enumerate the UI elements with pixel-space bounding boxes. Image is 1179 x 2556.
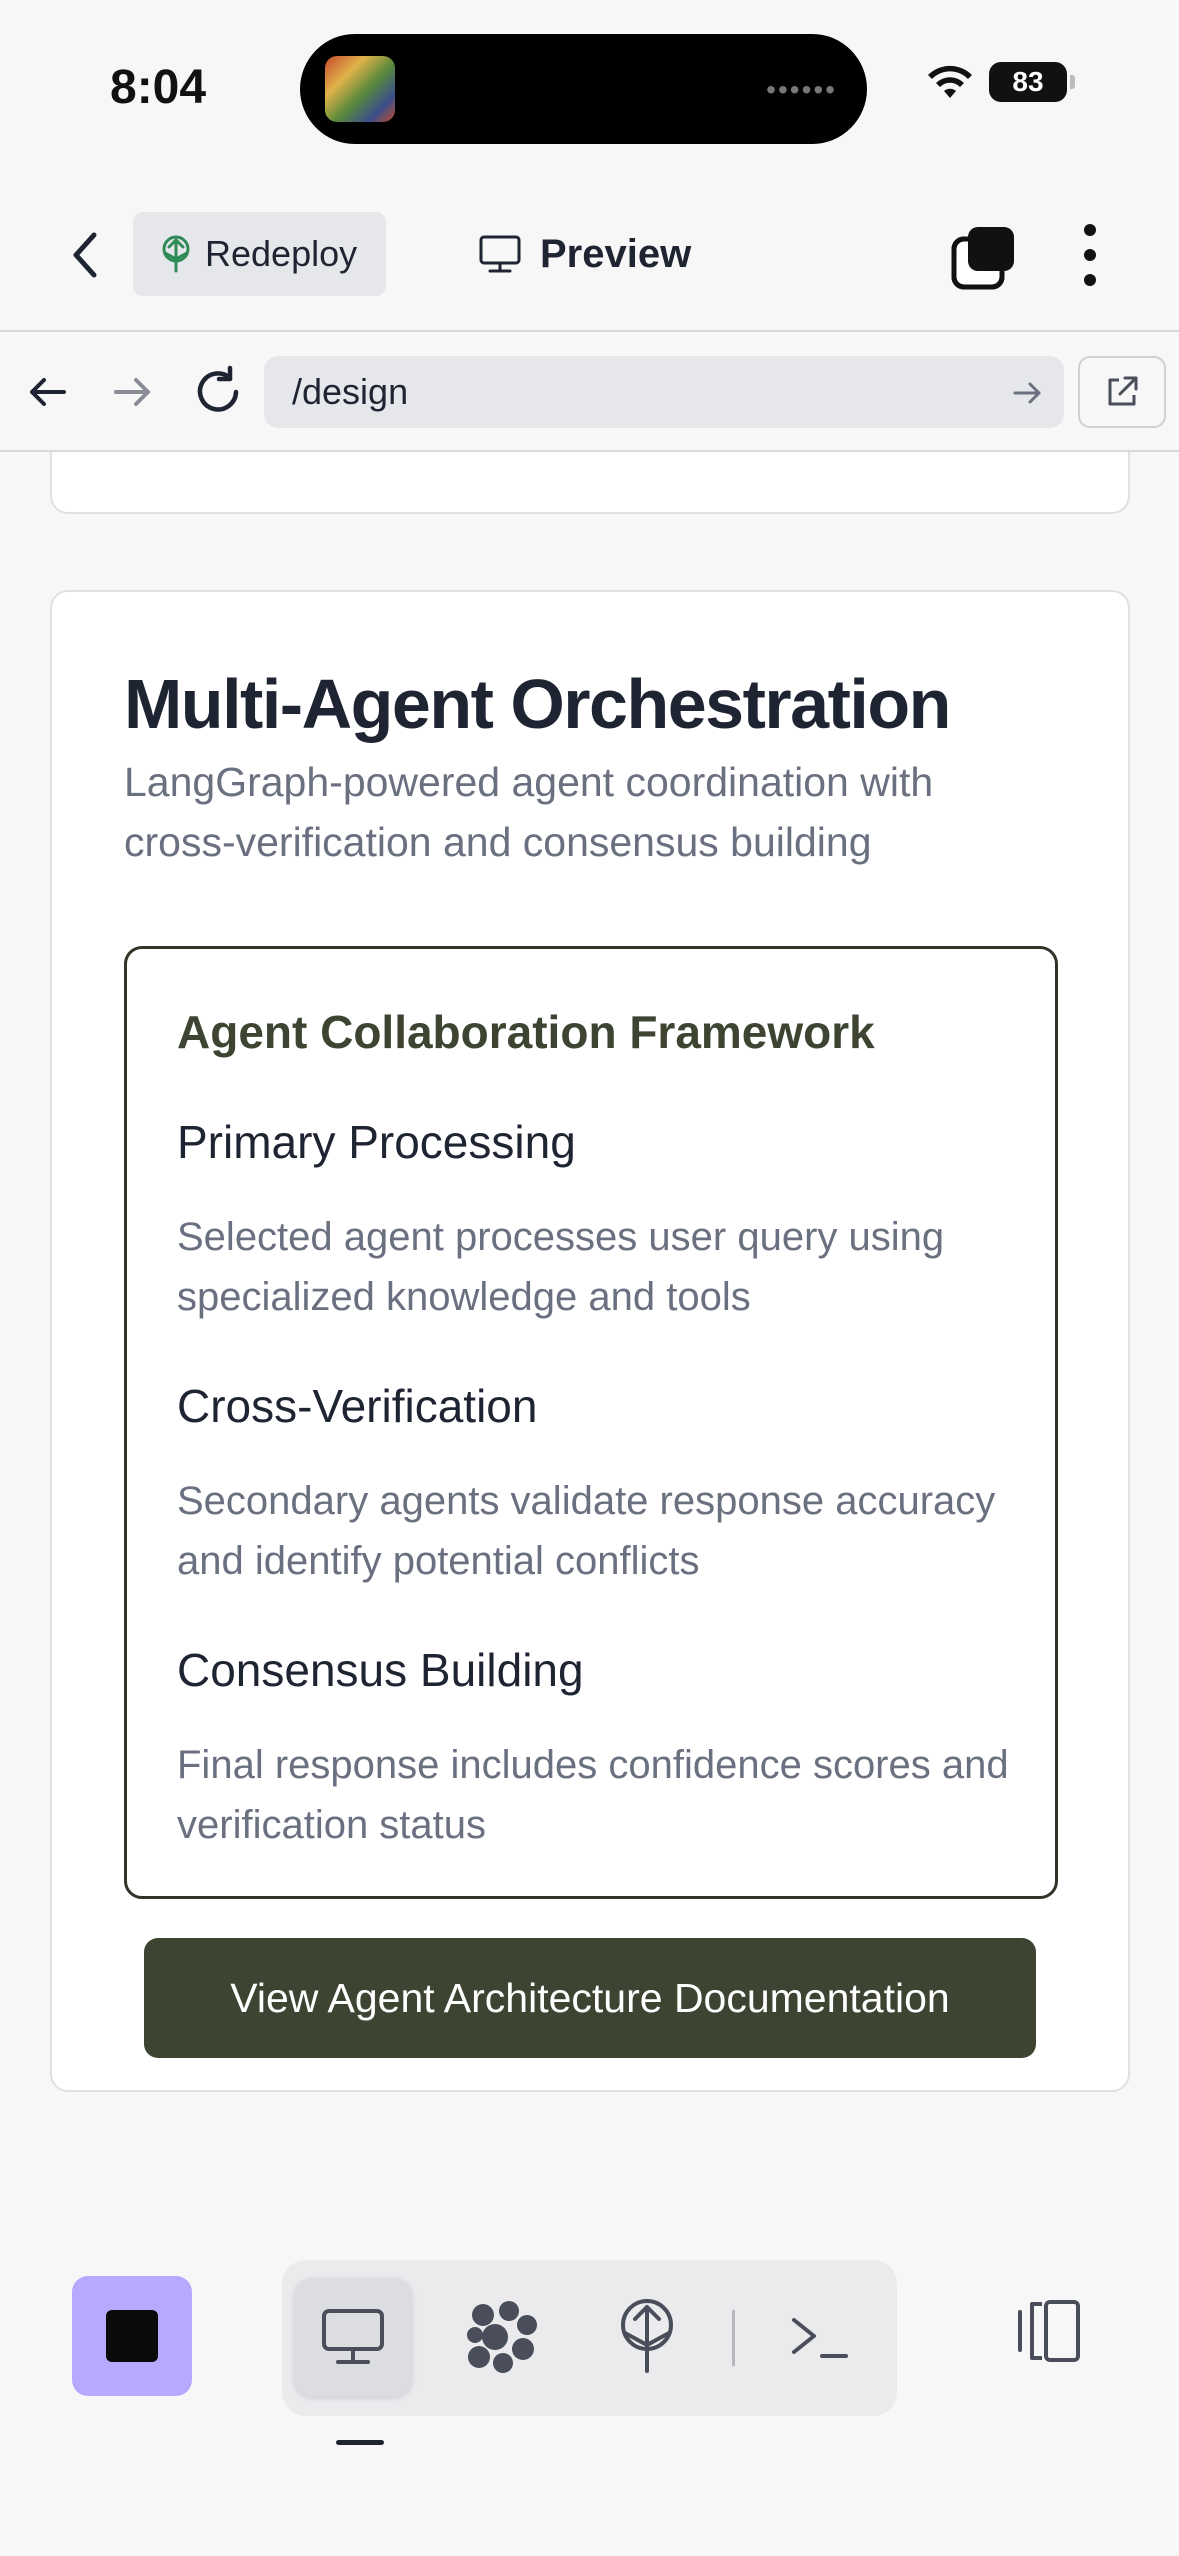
preview-label: Preview <box>540 231 692 276</box>
audio-waveform-icon: •••••• <box>766 74 837 105</box>
arrow-left-icon[interactable] <box>24 368 72 416</box>
deploy-tree-icon <box>621 2299 673 2373</box>
web-content: Multi-Agent Orchestration LangGraph-powe… <box>0 452 1179 2172</box>
orchestration-card: Multi-Agent Orchestration LangGraph-powe… <box>50 590 1130 2092</box>
open-external-button[interactable] <box>1078 356 1166 428</box>
mode-deploy-button[interactable] <box>588 2278 706 2396</box>
previous-card <box>50 452 1130 514</box>
card-title: Multi-Agent Orchestration <box>124 665 951 743</box>
step-title: Consensus Building <box>177 1644 584 1696</box>
step-description: Secondary agents validate response accur… <box>177 1479 996 1583</box>
reload-icon[interactable] <box>190 364 246 420</box>
step-cross-verification: Cross-Verification Secondary agents vali… <box>177 1379 1017 1591</box>
browser-url-bar: /design <box>0 332 1179 452</box>
redeploy-label: Redeploy <box>205 233 358 274</box>
monitor-icon <box>479 235 521 273</box>
wifi-icon <box>928 65 972 98</box>
open-external-icon <box>1108 376 1138 406</box>
active-mode-indicator <box>336 2440 384 2445</box>
stop-button[interactable] <box>72 2276 192 2396</box>
agents-icon <box>467 2301 537 2373</box>
go-arrow-icon[interactable] <box>1010 376 1044 410</box>
framework-title: Agent Collaboration Framework <box>177 1006 875 1058</box>
url-text: /design <box>292 371 409 412</box>
step-consensus-building: Consensus Building Final response includ… <box>177 1643 1017 1855</box>
mode-agents-button[interactable] <box>444 2278 562 2396</box>
app-toolbar: Redeploy Preview <box>0 170 1179 332</box>
status-indicators: 83 <box>925 62 1075 102</box>
deploy-tree-icon <box>162 235 190 273</box>
card-subtitle: LangGraph-powered agent coordination wit… <box>124 759 934 865</box>
dynamic-island[interactable]: •••••• <box>300 34 867 144</box>
step-description: Final response includes confidence score… <box>177 1743 1009 1847</box>
status-time: 8:04 <box>110 61 207 114</box>
more-vertical-icon[interactable] <box>1070 220 1110 290</box>
redeploy-button[interactable]: Redeploy <box>133 212 386 296</box>
side-panel-icon[interactable] <box>1006 2288 1090 2372</box>
mode-separator <box>732 2310 735 2366</box>
arrow-right-icon[interactable] <box>108 368 156 416</box>
step-title: Cross-Verification <box>177 1380 538 1432</box>
battery-icon: 83 <box>989 62 1075 102</box>
url-input[interactable]: /design <box>264 356 1064 428</box>
status-bar: 8:04 •••••• 83 <box>0 0 1179 170</box>
bottom-bar <box>0 2172 1179 2556</box>
view-architecture-docs-button[interactable]: View Agent Architecture Documentation <box>144 1938 1036 2058</box>
terminal-icon <box>792 2318 848 2358</box>
mode-switcher <box>282 2260 897 2416</box>
tabs-stack-icon[interactable] <box>950 225 1016 291</box>
stop-icon <box>106 2310 158 2362</box>
mode-terminal-button[interactable] <box>760 2278 878 2396</box>
monitor-icon <box>322 2309 384 2364</box>
step-title: Primary Processing <box>177 1116 576 1168</box>
chevron-left-icon[interactable] <box>60 225 110 285</box>
step-primary-processing: Primary Processing Selected agent proces… <box>177 1115 1017 1327</box>
preview-button[interactable]: Preview <box>478 212 691 296</box>
battery-level: 83 <box>1012 66 1044 97</box>
now-playing-album-art <box>325 56 395 122</box>
step-description: Selected agent processes user query usin… <box>177 1215 945 1319</box>
framework-box: Agent Collaboration Framework Primary Pr… <box>124 946 1058 1899</box>
mode-preview-button[interactable] <box>294 2278 412 2396</box>
